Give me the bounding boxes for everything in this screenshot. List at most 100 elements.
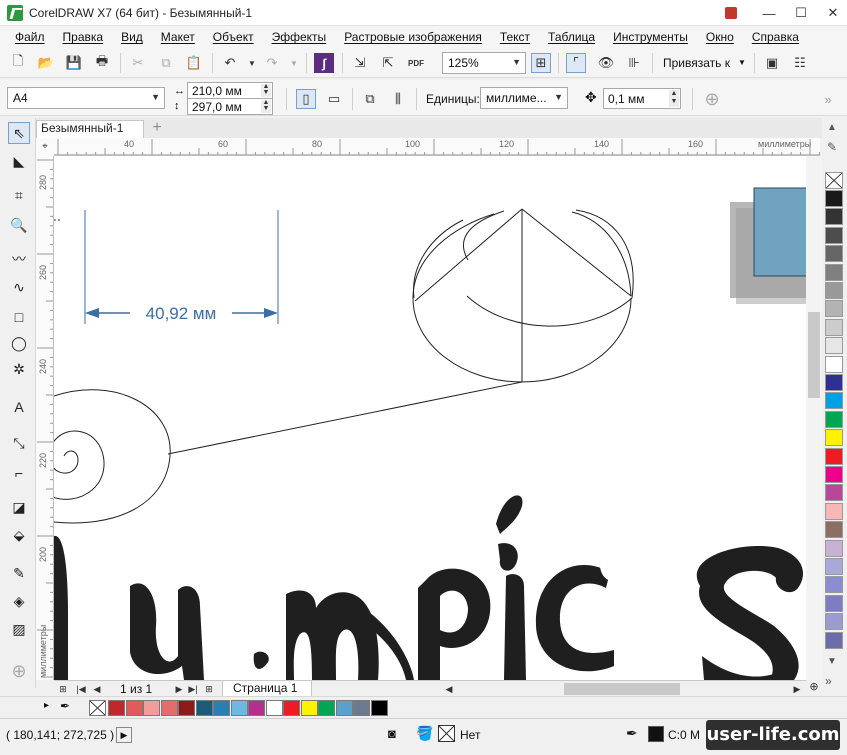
palette-scroll-down-icon[interactable]: ▼	[827, 656, 837, 667]
redo-icon[interactable]: ↷	[262, 53, 282, 73]
color-swatch[interactable]	[335, 700, 353, 716]
menu-window[interactable]: Окно	[697, 30, 743, 44]
color-swatch[interactable]	[825, 392, 843, 410]
search-content-icon[interactable]: ʃ	[314, 53, 334, 73]
close-button[interactable]: ✕	[818, 0, 847, 26]
color-swatch[interactable]	[825, 374, 843, 391]
add-page-after-icon[interactable]: ⊞	[202, 682, 216, 696]
vertical-scroll-thumb[interactable]	[808, 312, 820, 398]
menu-help[interactable]: Справка	[743, 30, 808, 44]
menu-layout[interactable]: Макет	[152, 30, 204, 44]
color-swatch[interactable]	[108, 700, 125, 716]
menu-file[interactable]: Файл	[6, 30, 54, 44]
pick-tool-icon[interactable]: ⇖	[8, 122, 30, 144]
color-swatch[interactable]	[825, 466, 843, 483]
parallel-dimension-icon[interactable]: ⤡	[8, 432, 30, 454]
lumpics-artwork[interactable]	[54, 495, 804, 680]
color-swatch[interactable]	[825, 631, 843, 649]
snap-dropdown-icon[interactable]: ▼	[738, 58, 746, 67]
color-swatch[interactable]	[825, 263, 843, 281]
show-guidelines-icon[interactable]: ⊪	[624, 53, 644, 73]
color-eyedropper-icon[interactable]: ✎	[8, 562, 30, 584]
drop-shadow-icon[interactable]: ◪	[8, 496, 30, 518]
rectangle-tool-icon[interactable]: □	[8, 306, 30, 328]
full-screen-preview-icon[interactable]: ⊞	[531, 53, 551, 73]
palette-expand-icon[interactable]: »	[825, 674, 832, 688]
color-swatch[interactable]	[318, 700, 335, 716]
more-icon[interactable]: »	[818, 89, 838, 109]
zoom-tool-icon[interactable]: 🔍	[8, 214, 30, 236]
copy-icon[interactable]: ⧉	[156, 53, 176, 73]
add-tool-icon[interactable]: ⊕	[8, 660, 30, 682]
import-icon[interactable]: ⇲	[350, 53, 370, 73]
paper-size-select[interactable]: A4 ▼	[7, 87, 165, 109]
connecting-line[interactable]	[167, 381, 523, 455]
color-swatch[interactable]	[143, 700, 160, 716]
undo-dropdown-icon[interactable]: ▼	[242, 53, 262, 73]
no-color-swatch[interactable]	[825, 172, 843, 189]
shape-tool-icon[interactable]: ◣	[8, 150, 30, 172]
next-page-icon[interactable]: ▶	[172, 682, 186, 696]
undo-icon[interactable]: ↶	[220, 53, 240, 73]
no-color-swatch[interactable]	[89, 700, 106, 716]
color-swatch[interactable]	[825, 282, 843, 299]
color-swatch[interactable]	[300, 700, 318, 716]
redo-dropdown-icon[interactable]: ▼	[284, 53, 304, 73]
show-grid-icon[interactable]: 👁	[596, 53, 616, 73]
add-icon[interactable]: ⊕	[702, 89, 722, 109]
color-swatch[interactable]	[825, 447, 843, 465]
document-tab[interactable]: Безымянный-1	[36, 120, 144, 138]
user-account-icon[interactable]	[716, 0, 746, 26]
color-swatch[interactable]	[825, 355, 843, 373]
color-swatch[interactable]	[825, 429, 843, 447]
print-icon[interactable]: 🖶	[92, 53, 112, 73]
color-swatch[interactable]	[825, 410, 843, 428]
color-swatch[interactable]	[825, 576, 843, 594]
color-swatch[interactable]	[825, 300, 843, 318]
spin-updown-icon[interactable]: ▲ ▼	[261, 83, 271, 97]
color-swatch[interactable]	[825, 521, 843, 539]
zoom-level-select[interactable]: 125% ▼	[442, 52, 526, 74]
menu-bitmaps[interactable]: Растровые изображения	[335, 30, 491, 44]
ruler-origin-icon[interactable]: ⌖	[36, 138, 54, 156]
color-swatch[interactable]	[825, 594, 843, 612]
vertical-ruler[interactable]: 280 260 240 220 200 миллиметры	[36, 156, 54, 680]
eyedropper-icon[interactable]: ✎	[827, 140, 837, 154]
units-select[interactable]: миллиме... ▼	[480, 87, 568, 109]
page-width-input[interactable]: 210,0 мм ▲ ▼	[187, 82, 273, 99]
add-page-before-icon[interactable]: ⊞	[56, 682, 70, 696]
color-swatch[interactable]	[825, 613, 843, 631]
color-swatch[interactable]	[213, 700, 230, 716]
polygon-tool-icon[interactable]: ✲	[8, 358, 30, 380]
color-swatch[interactable]	[825, 484, 843, 502]
color-swatch[interactable]	[248, 700, 265, 716]
options-icon[interactable]: ☷	[790, 53, 810, 73]
crop-tool-icon[interactable]: ⌗	[8, 184, 30, 206]
dimension-text[interactable]: 40,92 мм	[146, 304, 217, 323]
menu-edit[interactable]: Правка	[54, 30, 113, 44]
scroll-right-icon[interactable]: ▶	[790, 682, 804, 696]
interactive-fill-icon[interactable]: ◈	[8, 590, 30, 612]
export-icon[interactable]: ⇱	[378, 53, 398, 73]
color-swatch[interactable]	[825, 190, 843, 207]
maximize-button[interactable]: ☐	[786, 0, 816, 26]
show-rulers-icon[interactable]: ⌜	[566, 53, 586, 73]
ellipse-tool-icon[interactable]: ◯	[8, 332, 30, 354]
color-swatch[interactable]	[265, 700, 283, 716]
previous-page-icon[interactable]: ◀	[90, 682, 104, 696]
welcome-screen-icon[interactable]: ▣	[762, 53, 782, 73]
horizontal-ruler[interactable]: 40 60 80 100 120 140 160 миллиметры	[54, 138, 820, 156]
eyedropper-icon[interactable]: ✒	[60, 699, 70, 713]
color-swatch[interactable]	[825, 502, 843, 520]
minimize-button[interactable]: —	[754, 0, 784, 26]
spin-updown-icon[interactable]: ▲ ▼	[261, 99, 271, 113]
add-document-icon[interactable]: +	[148, 120, 166, 138]
color-swatch[interactable]	[825, 539, 843, 557]
landscape-icon[interactable]: ▭	[324, 89, 344, 109]
color-swatch[interactable]	[825, 208, 843, 226]
color-swatch[interactable]	[825, 318, 843, 336]
menu-effects[interactable]: Эффекты	[263, 30, 336, 44]
spiral[interactable]	[54, 389, 171, 524]
no-fill-swatch[interactable]	[438, 725, 455, 742]
color-proof-icon[interactable]: ◙	[388, 726, 406, 744]
